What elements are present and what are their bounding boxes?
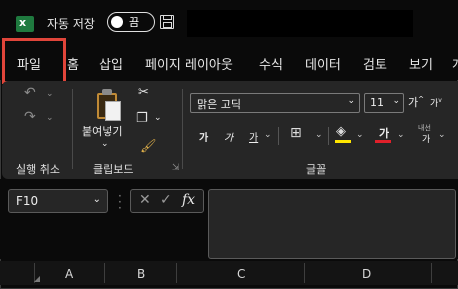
formula-bar-row: F10 ⌄ · · · ✕ ✓ fx (0, 179, 458, 259)
column-header-a[interactable]: A (65, 267, 73, 281)
excel-logo-icon: x (16, 16, 34, 32)
tab-developer[interactable]: 개 (452, 54, 458, 73)
enter-icon[interactable]: ✓ (160, 192, 172, 208)
name-box-value: F10 (16, 194, 39, 208)
copy-icon[interactable]: ❐ (136, 111, 148, 126)
autosave-label: 자동 저장 (47, 17, 95, 31)
group-label-undo: 실행 취소 (16, 163, 60, 176)
cancel-icon[interactable]: ✕ (139, 192, 151, 208)
chevron-down-icon: ⌄ (392, 96, 400, 106)
font-name-select[interactable]: 맑은 고딕 ⌄ (190, 93, 360, 113)
decrease-font-button[interactable]: 가v (430, 96, 442, 109)
more-options-icon[interactable]: · · · (118, 190, 122, 214)
undo-dropdown-icon[interactable]: ⌄ (46, 89, 54, 99)
ribbon-separator (72, 89, 73, 169)
tab-home[interactable]: 홈 (67, 54, 79, 73)
font-color-swatch (375, 140, 391, 143)
column-header-row: A B C D (0, 261, 458, 285)
underline-button[interactable]: 가 (249, 129, 258, 144)
column-separator (304, 263, 305, 283)
group-label-font: 글꼴 (306, 163, 327, 176)
toggle-knob (111, 15, 123, 28)
tab-insert[interactable]: 삽입 (99, 54, 123, 73)
redo-dropdown-icon[interactable]: ⌄ (46, 113, 54, 123)
format-painter-icon[interactable]: 🖌 (140, 139, 157, 154)
font-size-value: 11 (370, 96, 384, 109)
tab-view[interactable]: 보기 (409, 54, 433, 73)
chevron-down-icon: ⌄ (92, 194, 101, 205)
phonetic-dropdown-icon[interactable]: ⌄ (438, 130, 446, 140)
italic-button[interactable]: 가 (224, 129, 233, 144)
file-tab-highlight (2, 38, 66, 84)
font-color-dropdown-icon[interactable]: ⌄ (397, 130, 405, 140)
tab-page-layout[interactable]: 페이지 레이아웃 (145, 54, 233, 73)
select-all-corner-icon[interactable] (34, 276, 40, 282)
column-separator (431, 263, 432, 283)
undo-icon[interactable]: ↶ (24, 85, 36, 101)
bold-button[interactable]: 가 (199, 129, 208, 144)
chevron-down-icon: ⌄ (347, 96, 355, 106)
tab-review[interactable]: 검토 (363, 54, 387, 73)
copy-dropdown-icon[interactable]: ⌄ (154, 113, 162, 123)
cut-icon[interactable]: ✂ (138, 85, 149, 100)
border-icon[interactable]: ⊞ (290, 125, 302, 141)
tab-formulas[interactable]: 수식 (259, 54, 283, 73)
document-title-area (187, 10, 413, 37)
name-box[interactable]: F10 ⌄ (8, 189, 108, 213)
column-separator (104, 263, 105, 283)
paste-icon[interactable] (93, 89, 123, 121)
tab-data[interactable]: 데이터 (305, 54, 341, 73)
font-name-value: 맑은 고딕 (197, 98, 241, 111)
paste-dropdown-icon[interactable]: ⌄ (101, 139, 109, 149)
fill-color-dropdown-icon[interactable]: ⌄ (356, 130, 364, 140)
paste-button[interactable]: 붙여넣기 (82, 123, 122, 139)
insert-function-icon[interactable]: fx (182, 192, 195, 208)
redo-icon[interactable]: ↷ (24, 109, 36, 125)
formula-buttons: ✕ ✓ fx (130, 189, 204, 213)
ribbon-separator (278, 127, 279, 145)
formula-input[interactable] (208, 189, 456, 259)
ribbon-separator (328, 127, 329, 145)
save-icon[interactable] (160, 15, 174, 29)
clipboard-launcher-icon[interactable]: ⇲ (172, 163, 180, 173)
column-header-d[interactable]: D (362, 267, 371, 281)
group-label-clipboard: 클립보드 (93, 163, 134, 176)
column-header-b[interactable]: B (137, 267, 145, 281)
ribbon-separator (182, 89, 183, 169)
increase-font-button[interactable]: 가^ (408, 94, 424, 110)
autosave-state: 끔 (129, 16, 140, 29)
ribbon-tabs: 파일 홈 삽입 페이지 레이아웃 수식 데이터 검토 보기 개 (0, 46, 458, 80)
autosave-toggle[interactable]: 끔 (107, 12, 155, 32)
column-header-c[interactable]: C (237, 267, 245, 281)
font-size-select[interactable]: 11 ⌄ (364, 93, 404, 113)
fill-color-swatch (335, 140, 351, 143)
ribbon: ↶ ⌄ ↷ ⌄ 실행 취소 ✂ ❐ ⌄ 🖌 붙여넣기 ⌄ 클립보드 ⇲ 맑은 고… (2, 81, 458, 179)
font-color-button[interactable]: 가 (379, 125, 389, 141)
underline-dropdown-icon[interactable]: ⌄ (264, 130, 272, 140)
title-bar: x 자동 저장 끔 (0, 0, 458, 46)
phonetic-button[interactable]: 가 (422, 132, 430, 145)
fill-color-icon[interactable]: ◈ (336, 124, 346, 139)
border-dropdown-icon[interactable]: ⌄ (315, 130, 323, 140)
column-separator (176, 263, 177, 283)
